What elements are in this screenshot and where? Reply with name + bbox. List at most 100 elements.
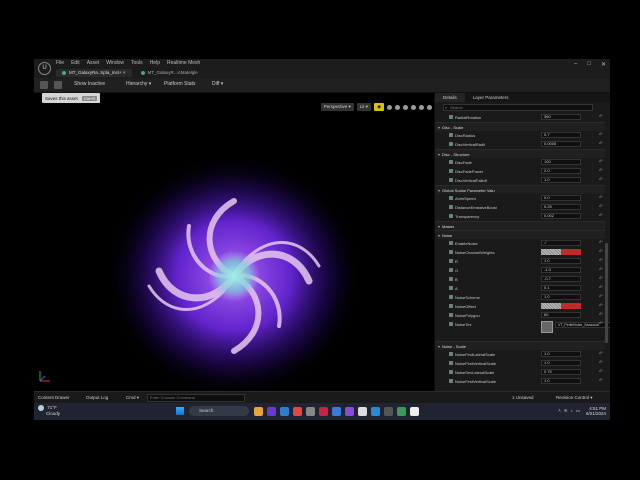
parameter-value-field[interactable]: 1.0 [541,294,581,300]
parameter-enable-checkbox[interactable] [449,169,453,173]
color-swatch[interactable] [541,249,581,255]
parameter-enable-checkbox[interactable] [449,313,453,317]
parameter-row[interactable]: B -0.7 ↶ [435,275,605,284]
parameter-value-field[interactable]: 1.0 [541,351,581,357]
parameter-row[interactable]: NoiseScheme 1.0 ↶ [435,293,605,302]
document-tab[interactable]: MT_GalaxyRa..Spla_Inst+ × [56,69,132,77]
document-tab[interactable]: MT_GalaxyR...icMatelgle [135,69,204,77]
platform-stats-button[interactable]: Platform Stats [164,81,195,87]
reset-to-default-icon[interactable]: ↶ [599,285,603,291]
reset-to-default-icon[interactable]: ↶ [599,114,603,120]
parameter-enable-checkbox[interactable] [449,196,453,200]
reset-to-default-icon[interactable]: ↶ [599,177,603,183]
diff-button[interactable]: Diff ▾ [212,81,223,87]
expand-caret-icon[interactable]: ▾ [438,224,440,229]
parameter-enable-checkbox[interactable] [449,142,453,146]
minimize-icon[interactable]: – [574,61,577,68]
taskbar-search[interactable]: Search [189,406,249,416]
parameter-value-field[interactable]: 2.0 [541,168,581,174]
parameter-row[interactable]: NoiseFirstVerticalScale 1.0 ↶ [435,359,605,368]
parameter-enable-checkbox[interactable] [449,286,453,290]
parameter-value-field[interactable]: 1.0 [541,177,581,183]
reset-to-default-icon[interactable]: ↶ [599,312,603,318]
parameter-row[interactable]: DiscFadePower 2.0 ↶ [435,167,605,176]
parameter-row[interactable]: NoiseOffset ↶ [435,302,605,311]
reset-to-default-icon[interactable]: ↶ [599,141,603,147]
cylinder-preview-icon[interactable] [411,104,416,110]
wifi-icon[interactable]: ≋ [564,408,568,414]
unreal-taskbar-icon[interactable] [410,407,419,416]
reset-to-default-icon[interactable]: ↶ [599,195,603,201]
vscode-icon[interactable] [371,407,380,416]
content-drawer-button[interactable]: Content Drawer [38,395,70,400]
menu-item-realtime-mesh[interactable]: Realtime Mesh [167,60,200,66]
expand-caret-icon[interactable]: ▾ [438,344,440,349]
maximize-icon[interactable]: □ [587,61,591,68]
file-explorer-icon[interactable] [254,407,263,416]
reset-to-default-icon[interactable]: ↶ [599,132,603,138]
reset-to-default-icon[interactable]: ↶ [599,258,603,264]
menu-item-edit[interactable]: Edit [71,60,80,66]
section-header[interactable]: ▾ Master [435,221,605,230]
parameter-value-field[interactable]: 1.0 [541,258,581,264]
parameter-row[interactable]: Transparency 0.002 ↶ [435,212,605,221]
terminal-icon[interactable] [384,407,393,416]
expand-caret-icon[interactable]: ▾ [438,125,440,130]
color-swatch[interactable] [541,303,581,309]
chrome-icon[interactable] [293,407,302,416]
parameter-row[interactable]: DistanceEmissiveBoost 0.25 ↶ [435,203,605,212]
unsaved-indicator[interactable]: 1 Unsaved [512,395,534,400]
section-header[interactable]: ▾ Disc - Scale [435,122,605,131]
store-icon[interactable] [332,407,341,416]
reset-to-default-icon[interactable]: ↶ [599,240,603,246]
menu-item-help[interactable]: Help [150,60,160,66]
expand-caret-icon[interactable]: ▾ [438,152,440,157]
output-log-button[interactable]: Output Log [86,395,108,400]
realtime-toggle-icon[interactable]: ◉ [374,103,384,111]
parameter-enable-checkbox[interactable] [449,250,453,254]
teams-icon[interactable] [267,407,276,416]
section-header[interactable]: ▾ Disc - Structure [435,149,605,158]
console-command-input[interactable]: Enter Console Command [147,394,245,402]
reset-to-default-icon[interactable]: ↶ [599,168,603,174]
sphere-preview-icon[interactable] [387,104,392,110]
parameter-value-field[interactable]: 0.0 [541,195,581,201]
tab-details[interactable]: Details [435,93,465,102]
parameter-enable-checkbox[interactable] [449,352,453,356]
teapot-preview-icon[interactable] [419,104,424,110]
notepad-icon[interactable] [358,407,367,416]
menu-item-file[interactable]: File [56,60,64,66]
parameter-value-field[interactable]: 0.25 [541,204,581,210]
reset-to-default-icon[interactable]: ↶ [599,276,603,282]
parameter-value-field[interactable]: 0.0005 [541,141,581,147]
parameter-enable-checkbox[interactable] [449,322,453,326]
details-search-input[interactable]: ⌕ Search [443,104,593,111]
parameter-row[interactable]: DiscVerticalRadii 0.0005 ↶ [435,140,605,149]
parameter-row[interactable]: NoisePolygon 60 ↶ [435,311,605,320]
parameter-enable-checkbox[interactable] [449,304,453,308]
parameter-enable-checkbox[interactable] [449,241,453,245]
mesh-preview-icon[interactable] [427,104,432,110]
reset-to-default-icon[interactable]: ↶ [599,267,603,273]
parameter-row[interactable]: NoiseTex VT_PerlinNoise_Seasonal ↶ [435,320,610,335]
reset-to-default-icon[interactable]: ↶ [599,360,603,366]
expand-caret-icon[interactable]: ▾ [438,233,440,238]
edge-icon[interactable] [280,407,289,416]
parameter-value-field[interactable]: -1.0 [541,267,581,273]
windows-start-icon[interactable] [176,407,184,415]
parameter-value-field[interactable]: 0.1 [541,285,581,291]
section-header[interactable]: ▾ Noise - Scale [435,341,605,350]
texture-thumbnail[interactable] [541,321,553,333]
reset-to-default-icon[interactable]: ↶ [599,369,603,375]
menu-item-window[interactable]: Window [106,60,124,66]
cmd-dropdown[interactable]: Cmd ▾ [126,395,139,401]
parameter-enable-checkbox[interactable] [449,361,453,365]
section-header[interactable]: ▾ Global Scalar Parameter Valu [435,185,605,194]
perspective-dropdown[interactable]: Perspective ▾ [320,103,354,111]
hierarchy-button[interactable]: Hierarchy ▾ [126,81,151,87]
parameter-enable-checkbox[interactable] [449,379,453,383]
reset-to-default-icon[interactable]: ↶ [599,321,603,327]
parameter-row[interactable]: DiscVerticalFalloff 1.0 ↶ [435,176,605,185]
parameter-enable-checkbox[interactable] [449,277,453,281]
reset-to-default-icon[interactable]: ↶ [599,204,603,210]
